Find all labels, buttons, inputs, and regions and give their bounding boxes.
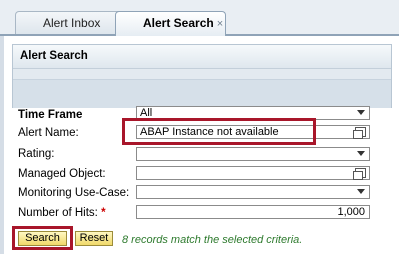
time-frame-label: Time Frame — [18, 109, 83, 121]
value-help-icon[interactable] — [353, 127, 366, 139]
alert-name-label: Alert Name: — [18, 127, 79, 139]
managed-object-field[interactable] — [136, 166, 370, 180]
panel-header: Alert Search — [12, 44, 392, 108]
dropdown-arrow-icon[interactable] — [357, 110, 365, 115]
tab-strip: Alert Inbox Alert Search × — [0, 0, 399, 36]
tab-alert-inbox[interactable]: Alert Inbox — [15, 11, 126, 35]
rating-label: Rating: — [18, 148, 55, 160]
rating-select[interactable] — [136, 147, 370, 161]
search-button[interactable]: Search — [18, 231, 67, 246]
monitoring-use-case-label: Monitoring Use-Case: — [18, 187, 130, 199]
tab-alert-inbox-label: Alert Inbox — [43, 16, 101, 30]
number-of-hits-field[interactable]: 1,000 — [136, 205, 370, 219]
number-of-hits-text: Number of Hits: — [18, 207, 98, 219]
dropdown-arrow-icon[interactable] — [357, 189, 365, 194]
monitoring-use-case-select[interactable] — [136, 185, 370, 199]
number-of-hits-value: 1,000 — [337, 206, 365, 218]
required-marker: * — [101, 207, 106, 219]
close-icon[interactable]: × — [217, 18, 223, 30]
status-message: 8 records match the selected criteria. — [122, 234, 303, 246]
reset-button[interactable]: Reset — [75, 231, 113, 246]
managed-object-label: Managed Object: — [18, 168, 106, 180]
panel-toolbar — [13, 79, 391, 108]
panel-title: Alert Search — [13, 45, 391, 69]
alert-search-content: Alert Search — [0, 36, 399, 254]
tab-alert-search-label: Alert Search — [143, 16, 214, 30]
value-help-icon[interactable] — [353, 168, 366, 180]
number-of-hits-label: Number of Hits: * — [18, 207, 106, 219]
alert-name-highlight — [122, 118, 316, 145]
tab-alert-search[interactable]: Alert Search × — [115, 11, 226, 36]
dropdown-arrow-icon[interactable] — [357, 151, 365, 156]
